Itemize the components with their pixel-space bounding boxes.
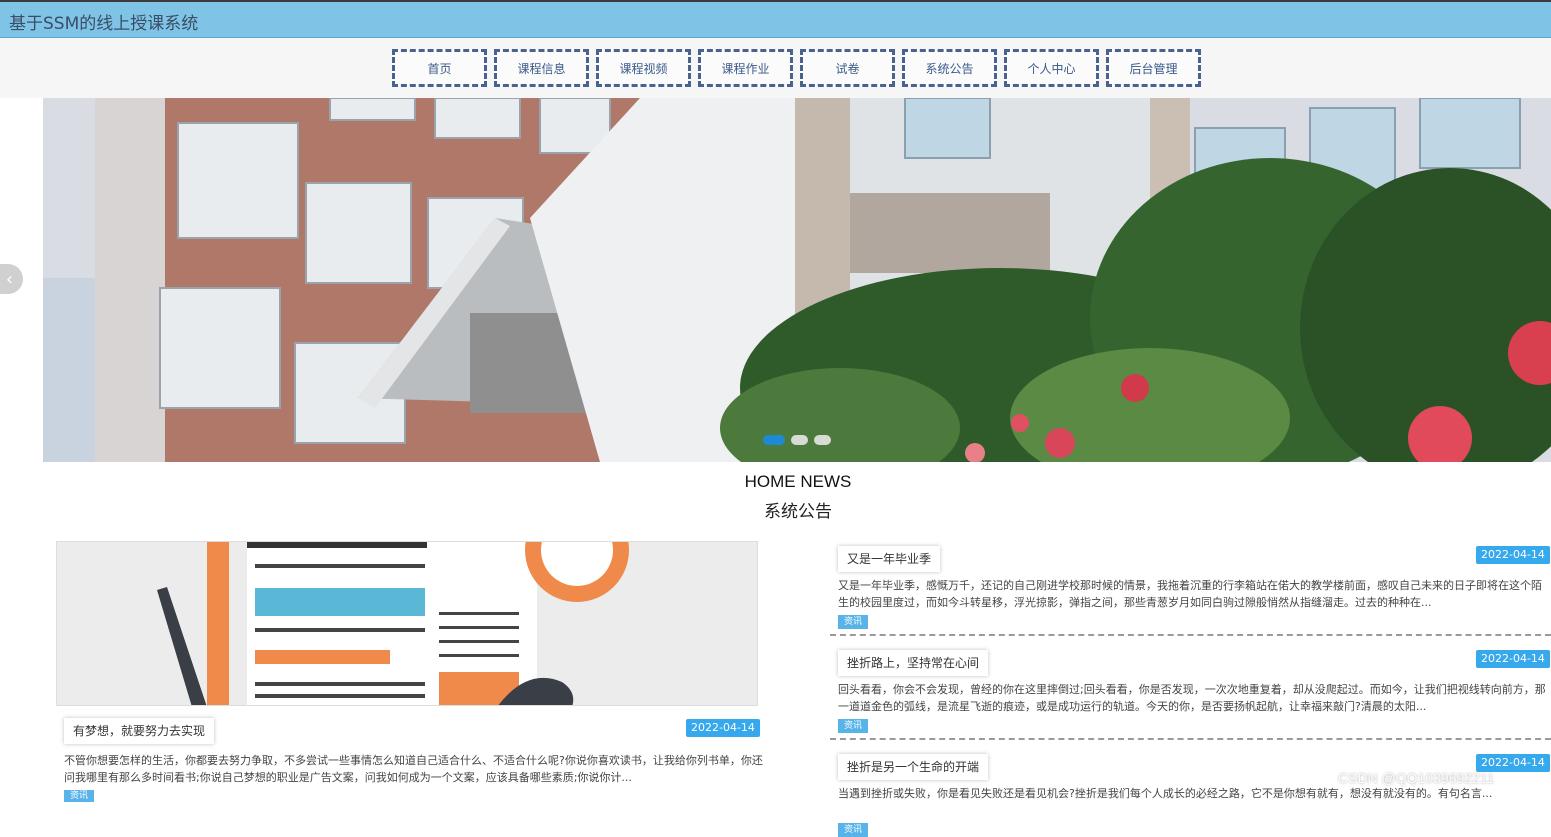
section-title-cn: 系统公告	[764, 502, 832, 522]
nav-item-course-info[interactable]: 课程信息	[494, 49, 589, 87]
news-item-date: 2022-04-14	[1476, 546, 1550, 564]
carousel-dot-2[interactable]	[791, 435, 808, 445]
banner-image	[0, 98, 1551, 462]
carousel-dot-1[interactable]	[763, 435, 785, 445]
news-item-excerpt: 回头看看，你会不会发现，曾经的你在这里摔倒过;回头看看，你是否发现，一次次地重复…	[838, 683, 1546, 713]
newspaper-illustration	[57, 542, 757, 705]
nav-item-course-homework[interactable]: 课程作业	[698, 49, 793, 87]
news-item-tag[interactable]: 资讯	[838, 823, 869, 837]
nav-item-personal-center[interactable]: 个人中心	[1004, 49, 1099, 87]
carousel-dot-3[interactable]	[814, 435, 831, 445]
nav-item-admin[interactable]: 后台管理	[1106, 49, 1201, 87]
carousel-indicators	[763, 435, 837, 445]
news-divider	[830, 634, 1551, 636]
banner-carousel[interactable]: ‹	[0, 98, 1551, 462]
featured-news-image[interactable]	[56, 541, 758, 706]
news-item-title[interactable]: 挫折路上，坚持常在心间	[838, 650, 989, 676]
news-item-title[interactable]: 又是一年毕业季	[838, 546, 941, 572]
chevron-left-icon: ‹	[5, 268, 14, 290]
nav-item-announcements[interactable]: 系统公告	[902, 49, 997, 87]
featured-news-excerpt: 不管你想要怎样的生活，你都要去努力争取，不多尝试一些事情怎么知道自己适合什么、不…	[64, 754, 763, 784]
app-title: 基于SSM的线上授课系统	[9, 14, 199, 34]
news-divider	[830, 738, 1551, 740]
news-item-excerpt: 又是一年毕业季，感慨万千，还记的自己刚进学校那时候的情景，我拖着沉重的行李箱站在…	[838, 579, 1542, 609]
news-item-tag[interactable]: 资讯	[838, 719, 869, 733]
nav-item-label: 课程视频	[619, 61, 668, 76]
nav-item-label: 课程作业	[721, 61, 770, 76]
nav-item-label: 试卷	[835, 61, 860, 76]
news-item-title[interactable]: 挫折是另一个生命的开端	[838, 754, 989, 780]
news-item-excerpt: 当遇到挫折或失败，你是看见失败还是看见机会?挫折是我们每个人成长的必经之路，它不…	[838, 787, 1493, 800]
nav-item-course-video[interactable]: 课程视频	[596, 49, 691, 87]
nav-item-label: 首页	[427, 61, 452, 76]
nav-item-home[interactable]: 首页	[392, 49, 487, 87]
nav-item-label: 课程信息	[517, 61, 566, 76]
watermark: CSDN @QQ1039692211	[1338, 770, 1495, 786]
featured-news-tag[interactable]: 资讯	[64, 790, 95, 802]
nav-item-label: 系统公告	[925, 61, 974, 76]
news-item-tag[interactable]: 资讯	[838, 615, 869, 629]
featured-news-title[interactable]: 有梦想，就要努力去实现	[64, 718, 215, 744]
nav-item-exam-paper[interactable]: 试卷	[800, 49, 895, 87]
featured-news-date: 2022-04-14	[686, 719, 760, 737]
nav-item-label: 个人中心	[1027, 61, 1076, 76]
main-nav: 首页 课程信息 课程视频 课程作业 试卷 系统公告 个人中心 后台管理	[392, 49, 1208, 87]
section-title-en: HOME NEWS	[744, 472, 852, 491]
main-nav-bar: 首页 课程信息 课程视频 课程作业 试卷 系统公告 个人中心 后台管理	[0, 38, 1551, 98]
nav-item-label: 后台管理	[1129, 61, 1178, 76]
top-header: 基于SSM的线上授课系统	[0, 0, 1551, 38]
news-item-date: 2022-04-14	[1476, 650, 1550, 668]
